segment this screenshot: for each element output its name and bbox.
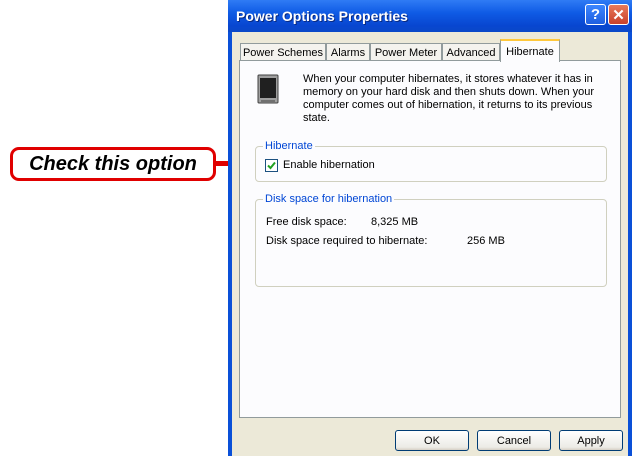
enable-hibernation-label[interactable]: Enable hibernation bbox=[283, 159, 375, 172]
help-button[interactable]: ? bbox=[585, 4, 606, 25]
power-options-dialog: Power Options Properties ? ✕ Power Schem… bbox=[228, 0, 632, 456]
disk-space-group-title: Disk space for hibernation bbox=[263, 193, 395, 206]
tab-advanced[interactable]: Advanced bbox=[442, 43, 500, 61]
annotation-callout: Check this option bbox=[10, 147, 216, 181]
free-disk-space-label: Free disk space: bbox=[266, 216, 347, 228]
tab-alarms[interactable]: Alarms bbox=[326, 43, 370, 61]
tab-power-meter[interactable]: Power Meter bbox=[370, 43, 442, 61]
tab-power-schemes[interactable]: Power Schemes bbox=[240, 43, 326, 61]
window-title: Power Options Properties bbox=[236, 8, 408, 24]
required-disk-space-label: Disk space required to hibernate: bbox=[266, 235, 428, 247]
required-disk-space-value: 256 MB bbox=[467, 235, 505, 247]
hibernate-group: Hibernate Enable hibernation bbox=[255, 140, 607, 182]
dialog-client-area: Power Schemes Alarms Power Meter Advance… bbox=[232, 32, 628, 456]
title-bar[interactable]: Power Options Properties ? ✕ bbox=[228, 0, 632, 32]
hibernate-group-title: Hibernate bbox=[263, 140, 315, 153]
checkmark-icon bbox=[267, 161, 276, 170]
cancel-button[interactable]: Cancel bbox=[477, 430, 551, 451]
hibernate-tab-panel: When your computer hibernates, it stores… bbox=[239, 60, 621, 418]
ok-button[interactable]: OK bbox=[395, 430, 469, 451]
hibernate-description: When your computer hibernates, it stores… bbox=[303, 73, 595, 124]
tab-hibernate[interactable]: Hibernate bbox=[500, 39, 560, 62]
apply-button[interactable]: Apply bbox=[559, 430, 623, 451]
computer-hibernate-icon bbox=[257, 74, 279, 104]
enable-hibernation-checkbox[interactable] bbox=[265, 159, 278, 172]
free-disk-space-value: 8,325 MB bbox=[371, 216, 419, 228]
disk-space-group: Disk space for hibernation Free disk spa… bbox=[255, 193, 607, 287]
close-button[interactable]: ✕ bbox=[608, 4, 629, 25]
